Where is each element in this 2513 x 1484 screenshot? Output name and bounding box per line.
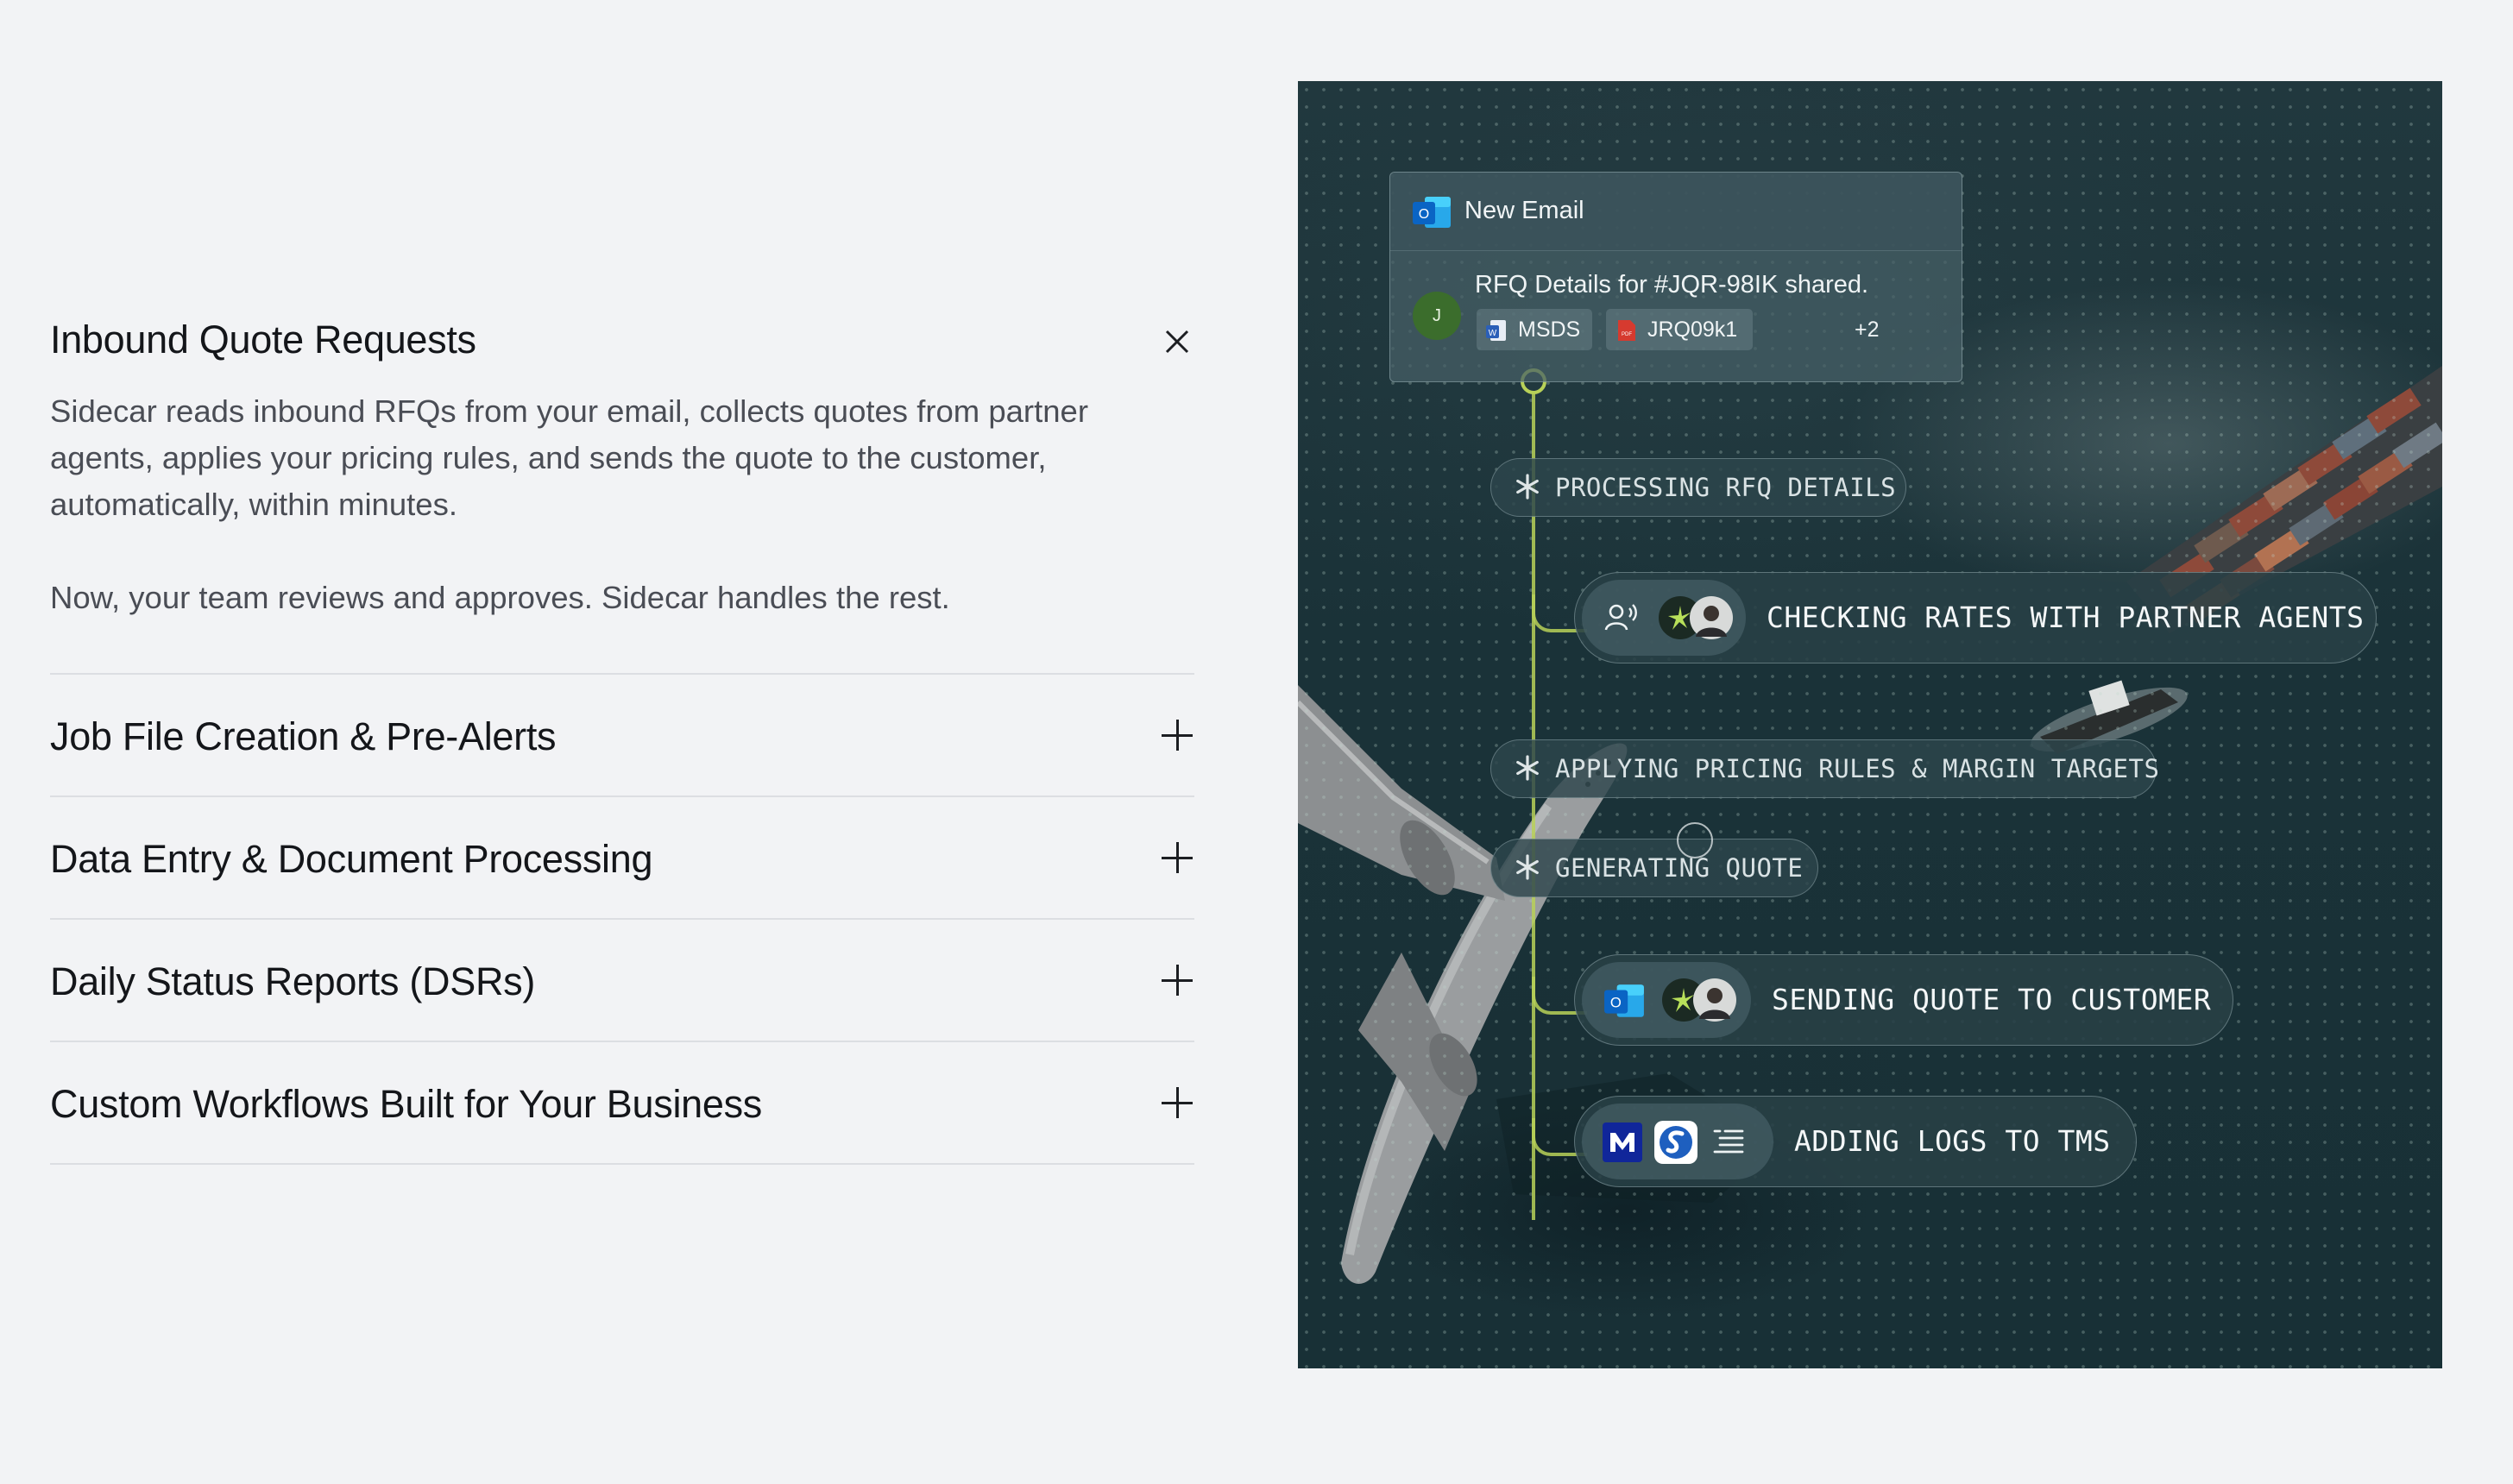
accordion-item-title: Inbound Quote Requests — [50, 318, 476, 362]
asterisk-icon — [1516, 474, 1539, 500]
step-processing-rfq: PROCESSING RFQ DETAILS — [1490, 458, 1906, 517]
svg-text:PDF: PDF — [1622, 332, 1632, 337]
word-doc-icon: W — [1486, 320, 1506, 341]
new-email-card[interactable]: O New Email J RFQ Details for #JQR-98IK … — [1389, 172, 1962, 382]
attachment-chip[interactable]: PDF JRQ09k1 — [1606, 309, 1753, 350]
step-label: ADDING LOGS TO TMS — [1794, 1124, 2111, 1158]
attachment-name: JRQ09k1 — [1647, 318, 1738, 342]
email-card-header: O New Email — [1390, 173, 1962, 251]
feature-accordion: Inbound Quote Requests Sidecar reads inb… — [50, 293, 1194, 1165]
step-label: APPLYING PRICING RULES & MARGIN TARGETS — [1555, 754, 2160, 783]
cursor-indicator — [1677, 822, 1713, 858]
tms-m-logo-icon — [1603, 1122, 1642, 1162]
accordion-item-daily-status[interactable]: Daily Status Reports (DSRs) — [50, 920, 1194, 1042]
step-icon-group — [1582, 1104, 1773, 1179]
step-applying-pricing: APPLYING PRICING RULES & MARGIN TARGETS — [1490, 739, 2160, 798]
step-label: SENDING QUOTE TO CUSTOMER — [1772, 983, 2212, 1016]
accordion-item-title: Job File Creation & Pre-Alerts — [50, 714, 557, 758]
attachment-name: MSDS — [1518, 318, 1581, 342]
agent-avatar-icon — [1690, 596, 1733, 639]
accordion-item-title: Custom Workflows Built for Your Business — [50, 1082, 763, 1126]
log-list-icon — [1713, 1129, 1744, 1154]
asterisk-icon — [1516, 755, 1539, 781]
plus-icon[interactable] — [1160, 840, 1194, 875]
description-paragraph: Sidecar reads inbound RFQs from your ema… — [50, 393, 1088, 522]
svg-text:W: W — [1489, 329, 1497, 338]
accordion-item-title: Data Entry & Document Processing — [50, 837, 653, 881]
email-subject: RFQ Details for #JQR-98IK shared. — [1475, 271, 1869, 299]
step-label: PROCESSING RFQ DETAILS — [1555, 473, 1897, 502]
workflow-illustration: O New Email J RFQ Details for #JQR-98IK … — [1298, 81, 2442, 1368]
accordion-item-title: Daily Status Reports (DSRs) — [50, 959, 536, 1003]
accordion-item-data-entry[interactable]: Data Entry & Document Processing — [50, 797, 1194, 920]
step-sending-quote: O SENDING QUOTE TO CUSTOMER — [1574, 954, 2233, 1046]
agent-avatar-icon — [1693, 978, 1736, 1022]
description-paragraph: Now, your team reviews and approves. Sid… — [50, 580, 950, 615]
avatar: J — [1413, 292, 1461, 340]
asterisk-icon — [1516, 854, 1539, 880]
outlook-icon: O — [1604, 984, 1644, 1017]
step-icon-group — [1582, 580, 1746, 656]
tms-s-logo-icon — [1654, 1121, 1697, 1164]
attachment-chip[interactable]: W MSDS — [1477, 309, 1592, 350]
accordion-item-open[interactable]: Inbound Quote Requests — [50, 293, 1194, 388]
plus-icon[interactable] — [1160, 963, 1194, 997]
step-generating-quote: GENERATING QUOTE — [1490, 839, 1818, 897]
close-icon[interactable] — [1160, 324, 1194, 359]
svg-text:O: O — [1610, 994, 1622, 1010]
outlook-icon: O — [1413, 197, 1451, 228]
accordion-item-description: Sidecar reads inbound RFQs from your ema… — [50, 388, 1155, 621]
step-adding-logs: ADDING LOGS TO TMS — [1574, 1096, 2137, 1187]
step-checking-rates: CHECKING RATES WITH PARTNER AGENTS — [1574, 572, 2377, 663]
pdf-icon: PDF — [1618, 320, 1635, 341]
accordion-item-custom-workflows[interactable]: Custom Workflows Built for Your Business — [50, 1042, 1194, 1165]
svg-text:O: O — [1419, 207, 1429, 222]
plus-icon[interactable] — [1160, 1085, 1194, 1120]
more-attachments-count: +2 — [1855, 318, 1880, 342]
email-card-title: New Email — [1464, 197, 1584, 224]
step-label: CHECKING RATES WITH PARTNER AGENTS — [1767, 601, 2365, 634]
step-icon-group: O — [1582, 962, 1751, 1038]
accordion-item-job-file[interactable]: Job File Creation & Pre-Alerts — [50, 675, 1194, 797]
plus-icon[interactable] — [1160, 718, 1194, 752]
voice-agent-icon — [1604, 604, 1637, 631]
